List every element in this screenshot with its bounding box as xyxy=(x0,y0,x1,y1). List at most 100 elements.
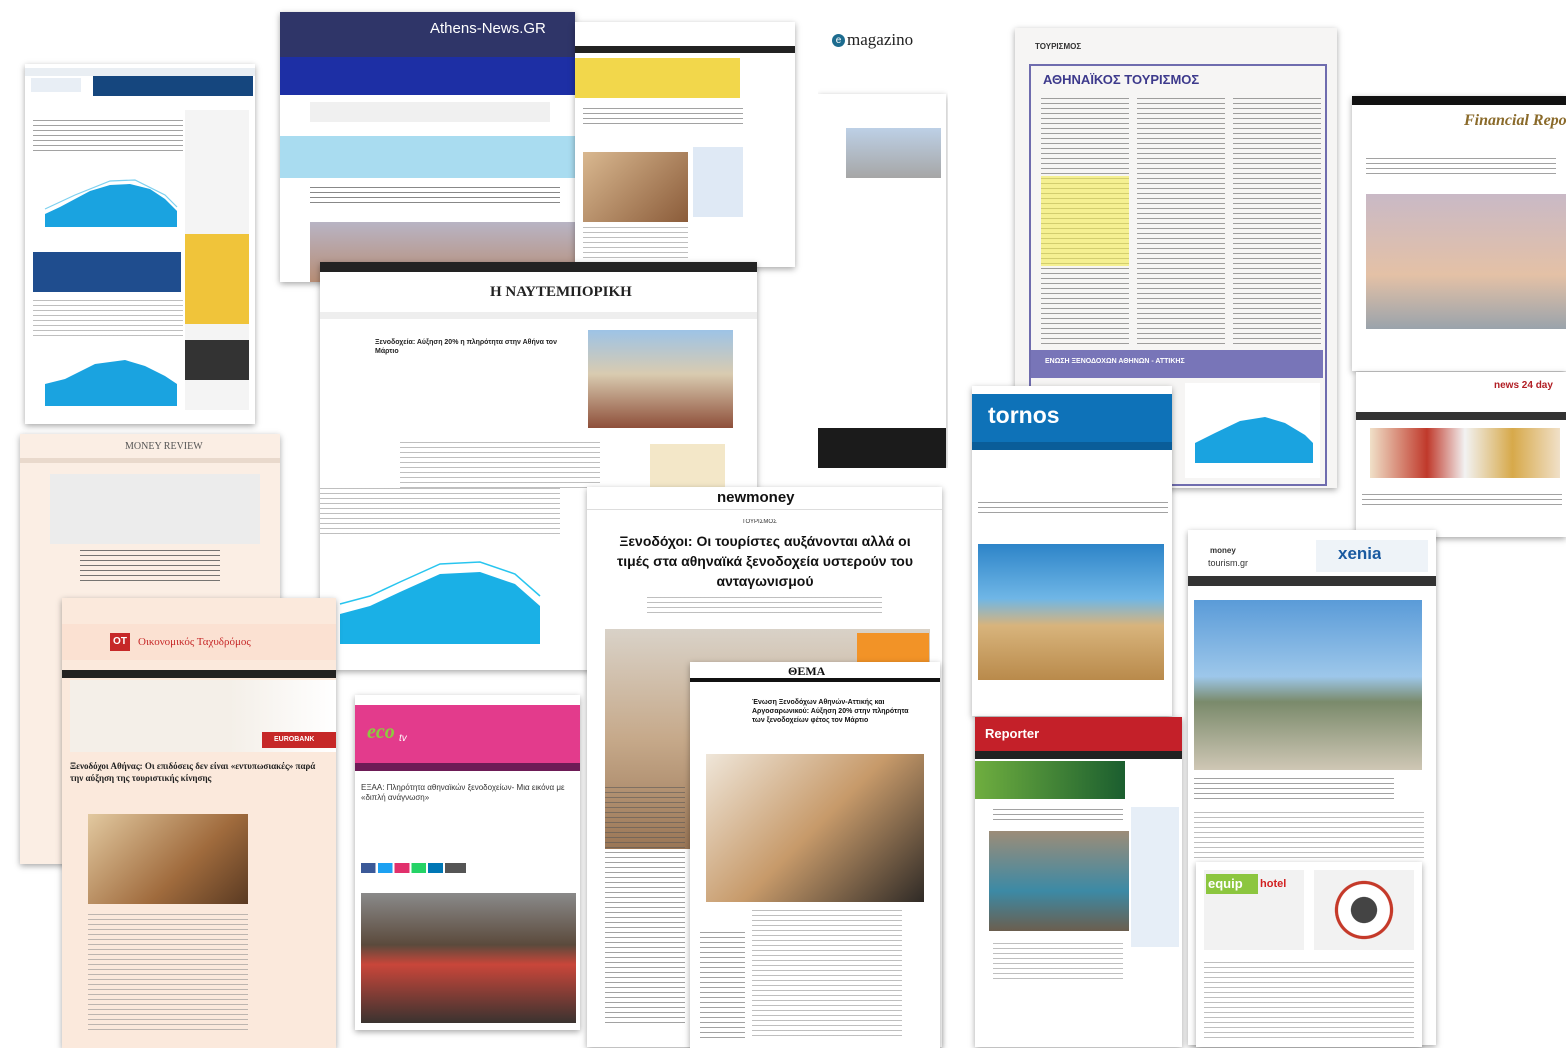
headline xyxy=(1366,158,1556,174)
nav-bar xyxy=(20,458,280,463)
food-ad xyxy=(1314,870,1414,950)
body-text xyxy=(1194,812,1424,862)
video-thumbnail xyxy=(185,340,249,380)
logo-bottom: tourism.gr xyxy=(1208,558,1249,568)
logo: equip xyxy=(1208,876,1243,891)
logo: Η ΝΑΥΤΕΜΠΟΡΙΚΗ xyxy=(490,284,632,300)
headline xyxy=(310,187,560,207)
nav-bar xyxy=(972,442,1172,450)
sidebar-list xyxy=(605,787,685,1027)
nav-bar xyxy=(355,763,580,771)
headline xyxy=(1194,778,1394,800)
clipping-equip-hotel: equip hotel xyxy=(1196,862,1422,1047)
top-bar xyxy=(1352,96,1566,105)
clipping-newmoney-top xyxy=(575,22,795,267)
logo: magazino xyxy=(847,30,914,49)
logo-small: tv xyxy=(399,733,407,744)
headline xyxy=(1362,494,1562,508)
photo-hotel-room xyxy=(583,152,688,222)
logo: eco xyxy=(367,721,395,743)
coffee-ad xyxy=(650,444,725,489)
logo: newmoney xyxy=(717,489,795,506)
headline xyxy=(80,550,220,584)
footer-text: ΕΝΩΣΗ ΞΕΝΟΔΟΧΩΝ ΑΘΗΝΩΝ - ΑΤΤΙΚΗΣ xyxy=(1045,358,1185,365)
headline: Ξενοδόχοι: Οι τουρίστες αυξάνονται αλλά … xyxy=(616,533,914,589)
section-label: ΤΟΥΡΙΣΜΟΣ xyxy=(1035,42,1082,51)
headline xyxy=(993,809,1123,823)
sidebar-ad-yellow xyxy=(185,234,249,324)
highlight xyxy=(1041,176,1129,266)
headline: ΑΘΗΝΑΪΚΟΣ ΤΟΥΡΙΣΜΟΣ xyxy=(1043,72,1200,87)
badge: ΟΤ xyxy=(110,633,130,651)
logo: news 24 day xyxy=(1494,380,1553,391)
photo-erechtheion xyxy=(978,544,1164,680)
lede xyxy=(647,597,882,615)
logo: Financial Report xyxy=(1464,112,1566,129)
clipping-reporter: Reporter xyxy=(975,717,1182,1047)
body-text xyxy=(400,442,600,490)
category: ΤΟΥΡΙΣΜΟΣ xyxy=(742,519,777,525)
logo-mark: e xyxy=(832,34,845,47)
nav-bar xyxy=(575,46,795,53)
logo: Οικονομικός Ταχυδρόμος xyxy=(138,636,251,648)
logo: tornos xyxy=(988,402,1060,428)
article-title xyxy=(33,120,183,154)
site-title: Athens-News.GR xyxy=(430,20,546,37)
xenia-ad xyxy=(693,147,743,217)
headline xyxy=(978,502,1168,516)
body-text xyxy=(752,910,902,1040)
column-3 xyxy=(1233,98,1321,348)
body-text xyxy=(583,227,688,262)
rule xyxy=(587,509,942,510)
clipping-emagazino: e magazino xyxy=(818,28,948,468)
headline: Ξενοδόχοι Αθήνας: Οι επιδόσεις δεν είναι… xyxy=(70,761,316,783)
photo-hotel-reception xyxy=(88,814,248,904)
ad-banner xyxy=(575,58,740,98)
clipping-thema: ΘΕΜΑ Ένωση Ξενοδόχων Αθηνών-Αττικής και … xyxy=(690,662,940,1048)
area-chart xyxy=(1185,383,1320,478)
banner xyxy=(93,76,253,96)
logo: MONEY REVIEW xyxy=(125,441,203,452)
line-area-chart xyxy=(339,561,541,644)
nav-bar xyxy=(320,312,757,319)
nav-bar xyxy=(1188,576,1436,586)
ad-banner xyxy=(975,761,1125,799)
headline xyxy=(583,108,743,128)
body-text-2 xyxy=(320,488,560,536)
banner-text: xenia xyxy=(1338,544,1382,563)
nav-bar xyxy=(1356,412,1566,420)
body-text xyxy=(1204,962,1414,1042)
body-text xyxy=(993,943,1123,983)
photo-tourists xyxy=(588,330,733,428)
ad-banner xyxy=(33,252,181,292)
ad-placeholder xyxy=(50,474,260,544)
photo-acropolis xyxy=(1194,600,1422,770)
headline: Ένωση Ξενοδόχων Αθηνών-Αττικής και Αργοσ… xyxy=(752,699,909,724)
clipping-tourism-charts xyxy=(25,64,255,424)
logo-top: money xyxy=(1210,546,1236,555)
author-strip xyxy=(310,102,550,122)
clipping-athens-news: Athens-News.GR xyxy=(280,12,575,282)
nav-bar xyxy=(690,678,940,682)
clipping-newsday: news 24 day xyxy=(1356,372,1566,537)
clipping-oikonomikos: ΟΤ Οικονομικός Ταχυδρόμος EUROBANK Ξενοδ… xyxy=(62,598,336,1048)
photo-hotel-pool xyxy=(989,831,1129,931)
photo-rooftop xyxy=(1366,194,1566,329)
logo-2: hotel xyxy=(1260,878,1287,890)
clipping-ecotv: eco tv ΕΞΑΑ: Πληρότητα αθηναϊκών ξενοδοχ… xyxy=(355,695,580,1030)
area-chart-2 xyxy=(45,360,177,406)
body-text xyxy=(33,300,183,336)
sidebar-list xyxy=(700,932,745,1042)
nav-bar xyxy=(62,670,336,678)
promo-banner xyxy=(280,136,575,178)
logo: ΘΕΜΑ xyxy=(788,664,826,678)
sponsor: EUROBANK xyxy=(274,736,315,743)
sidebar-thumbs xyxy=(1131,807,1179,947)
products-ad xyxy=(1370,428,1560,478)
area-chart xyxy=(44,179,178,227)
photo-city xyxy=(846,128,941,178)
body-text xyxy=(88,914,248,1034)
clipping-financial-report: Financial Report xyxy=(1352,96,1566,371)
nav-bar xyxy=(975,751,1182,759)
photo-street xyxy=(361,893,576,1023)
